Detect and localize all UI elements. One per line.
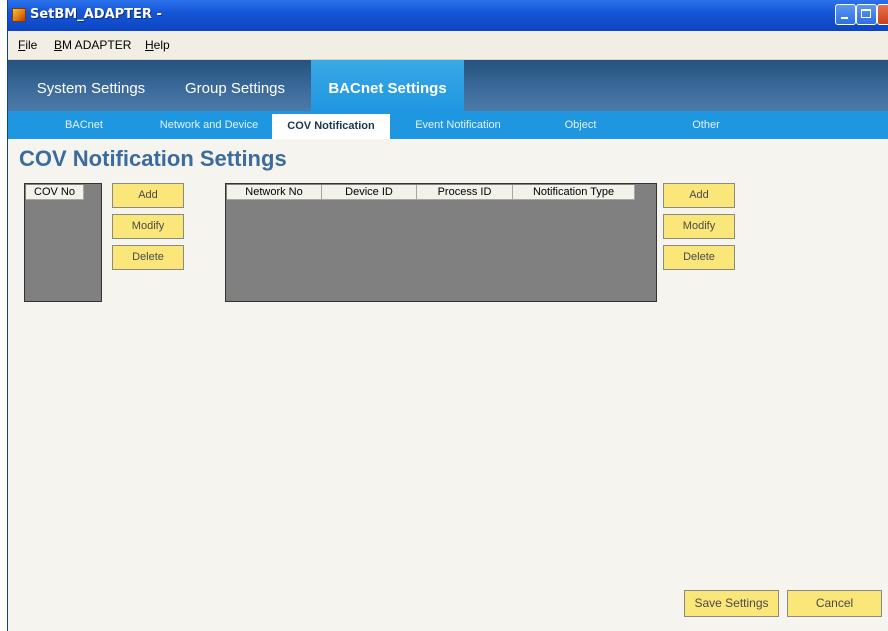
title-bar: SetBM_ADAPTER - xyxy=(8,0,888,31)
cancel-button[interactable]: Cancel xyxy=(787,590,882,617)
notification-list-header-network-no[interactable]: Network No xyxy=(227,185,322,200)
close-button[interactable] xyxy=(877,4,888,25)
app-window: SetBM_ADAPTER - File BM ADAPTER Help Sys… xyxy=(7,0,888,631)
notification-list-header-device-id[interactable]: Device ID xyxy=(322,185,417,200)
cov-list-header-cov-no[interactable]: COV No xyxy=(26,185,84,200)
tab-system-settings[interactable]: System Settings xyxy=(22,60,160,111)
save-settings-button[interactable]: Save Settings xyxy=(684,590,779,617)
notification-list-header-notification-type[interactable]: Notification Type xyxy=(513,185,635,200)
subtab-bacnet[interactable]: BACnet xyxy=(49,111,119,139)
tab-group-settings[interactable]: Group Settings xyxy=(174,60,296,111)
notification-list[interactable]: Network No Device ID Process ID Notifica… xyxy=(225,183,657,302)
menu-file[interactable]: File xyxy=(18,38,37,52)
cov-add-button[interactable]: Add xyxy=(112,183,184,208)
menu-file-label: ile xyxy=(25,38,38,52)
app-icon xyxy=(12,8,26,22)
notification-delete-button[interactable]: Delete xyxy=(663,245,735,270)
menu-bm-adapter[interactable]: BM ADAPTER xyxy=(54,38,131,52)
subtab-network-and-device[interactable]: Network and Device xyxy=(149,111,269,139)
menu-help-mnemonic: H xyxy=(145,38,154,52)
menu-bm-adapter-label: M ADAPTER xyxy=(62,38,132,52)
subtab-other[interactable]: Other xyxy=(671,111,741,139)
tab-bacnet-settings[interactable]: BACnet Settings xyxy=(311,60,464,111)
main-tab-bar: System Settings Group Settings BACnet Se… xyxy=(8,60,888,111)
menu-help-label: elp xyxy=(153,38,170,52)
notification-list-header-process-id[interactable]: Process ID xyxy=(417,185,513,200)
maximize-button[interactable] xyxy=(856,4,877,25)
subtab-event-notification[interactable]: Event Notification xyxy=(398,111,518,139)
minimize-button[interactable] xyxy=(835,4,856,25)
notification-add-button[interactable]: Add xyxy=(663,183,735,208)
sub-tab-bar: BACnet Network and Device COV Notificati… xyxy=(8,111,888,139)
cov-modify-button[interactable]: Modify xyxy=(112,214,184,239)
page-title: COV Notification Settings xyxy=(19,146,287,171)
menu-bm-adapter-mnemonic: B xyxy=(54,38,63,52)
window-title: SetBM_ADAPTER - xyxy=(30,7,162,22)
cov-delete-button[interactable]: Delete xyxy=(112,245,184,270)
menu-help[interactable]: Help xyxy=(145,38,170,52)
subtab-object[interactable]: Object xyxy=(543,111,618,139)
notification-modify-button[interactable]: Modify xyxy=(663,214,735,239)
subtab-cov-notification[interactable]: COV Notification xyxy=(272,114,390,139)
cov-list[interactable]: COV No xyxy=(24,183,102,302)
menu-bar: File BM ADAPTER Help xyxy=(8,31,888,60)
